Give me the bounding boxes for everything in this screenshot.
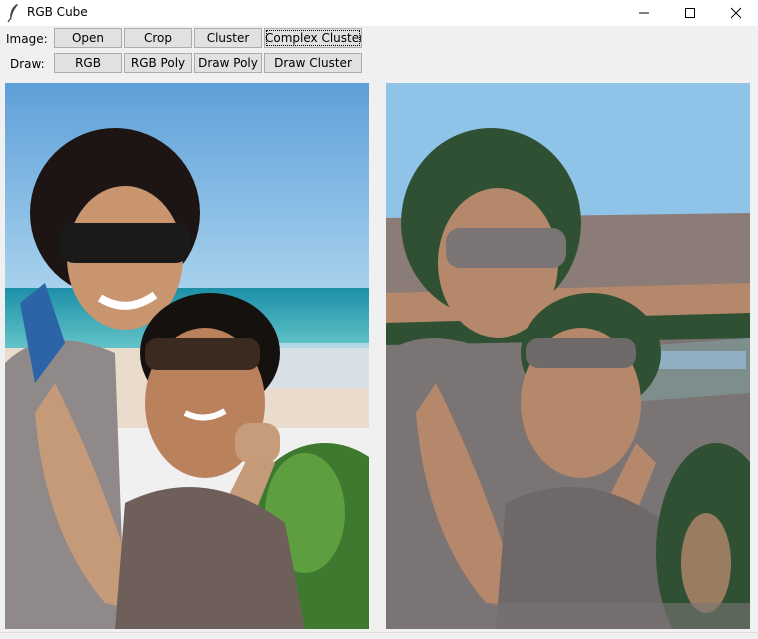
maximize-icon [685, 8, 695, 18]
draw-poly-button[interactable]: Draw Poly [194, 53, 262, 73]
complex-cluster-button[interactable]: Complex Cluster [264, 28, 362, 48]
clustered-image-canvas[interactable] [386, 83, 750, 629]
image-row-label: Image: [6, 32, 48, 46]
draw-row-label: Draw: [10, 57, 45, 71]
minimize-icon [639, 12, 649, 14]
title-bar: RGB Cube [0, 0, 758, 26]
clustered-photo [386, 83, 750, 629]
minimize-button[interactable] [621, 0, 667, 26]
close-icon [730, 7, 742, 19]
close-button[interactable] [713, 0, 758, 26]
original-photo [5, 83, 369, 629]
rgb-poly-button[interactable]: RGB Poly [124, 53, 192, 73]
crop-button[interactable]: Crop [124, 28, 192, 48]
open-button[interactable]: Open [54, 28, 122, 48]
rgb-button[interactable]: RGB [54, 53, 122, 73]
window-title: RGB Cube [27, 5, 88, 19]
cluster-button[interactable]: Cluster [194, 28, 262, 48]
original-image-canvas[interactable] [5, 83, 369, 629]
draw-cluster-button[interactable]: Draw Cluster [264, 53, 362, 73]
feather-icon [7, 4, 18, 23]
maximize-button[interactable] [667, 0, 713, 26]
